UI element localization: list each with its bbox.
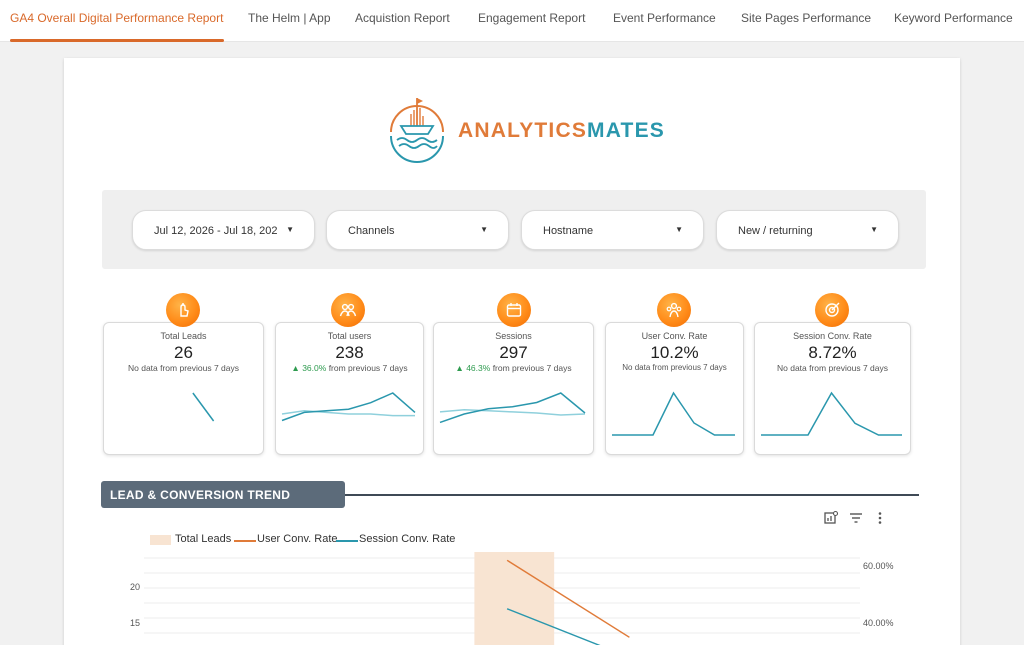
new-returning-filter[interactable]: New / returning ▼ xyxy=(716,210,899,250)
kpi-card-total-leads: Total Leads 26 No data from previous 7 d… xyxy=(103,322,264,455)
sparkline-current xyxy=(192,392,215,422)
chart-settings-icon[interactable] xyxy=(823,510,839,526)
y-right-tick: 40.00% xyxy=(863,618,894,628)
tab-acquisition-report[interactable]: Acquistion Report xyxy=(355,11,450,25)
kpi-sparkline xyxy=(439,392,586,424)
kpi-card-sessions: Sessions 297 ▲ 46.3% from previous 7 day… xyxy=(433,322,594,455)
users-icon xyxy=(331,293,365,327)
hostname-filter[interactable]: Hostname ▼ xyxy=(521,210,704,250)
y-left-tick: 15 xyxy=(130,618,140,628)
brand-wordmark: ANALYTICSMATES xyxy=(458,119,665,143)
tab-keyword-performance[interactable]: Keyword Performance xyxy=(894,11,1013,25)
section-header: LEAD & CONVERSION TREND xyxy=(101,481,345,508)
caret-down-icon: ▼ xyxy=(480,225,488,234)
tab-event-performance[interactable]: Event Performance xyxy=(613,11,716,25)
channels-filter[interactable]: Channels ▼ xyxy=(326,210,509,250)
section-title: LEAD & CONVERSION TREND xyxy=(110,488,291,502)
hand-pointer-icon xyxy=(166,293,200,327)
legend-total-leads: Total Leads xyxy=(175,533,232,545)
user-group-icon xyxy=(657,293,691,327)
kpi-sparkline xyxy=(281,392,416,422)
lead-conversion-trend-chart: 15 20 40.00% 60.00% xyxy=(130,552,894,645)
target-icon xyxy=(815,293,849,327)
sparkline-current xyxy=(281,392,416,422)
sparkline-current xyxy=(439,392,586,424)
calendar-icon xyxy=(497,293,531,327)
section-divider xyxy=(345,494,919,496)
more-vert-icon[interactable] xyxy=(872,510,888,526)
legend-swatch-session-conv xyxy=(336,540,358,542)
kpi-card-user-conv-rate: User Conv. Rate 10.2% No data from previ… xyxy=(605,322,744,455)
kpi-card-total-users: Total users 238 ▲ 36.0% from previous 7 … xyxy=(275,322,424,455)
kpi-card-session-conv-rate: Session Conv. Rate 8.72% No data from pr… xyxy=(754,322,911,455)
caret-down-icon: ▼ xyxy=(286,225,294,234)
legend-swatch-user-conv xyxy=(234,540,256,542)
new-returning-value: New / returning xyxy=(738,225,813,237)
tab-site-pages-performance[interactable]: Site Pages Performance xyxy=(741,11,871,25)
date-range-value: Jul 12, 2026 - Jul 18, 2026 xyxy=(154,225,278,237)
report-tab-bar: GA4 Overall Digital Performance Report T… xyxy=(0,0,1024,42)
kpi-sparkline xyxy=(192,392,215,422)
y-right-tick: 60.00% xyxy=(863,561,894,571)
analyticsmates-logo xyxy=(390,98,444,163)
caret-down-icon: ▼ xyxy=(675,225,683,234)
legend-swatch-total-leads xyxy=(150,535,171,545)
active-tab-indicator xyxy=(10,39,224,42)
legend-session-conv-rate: Session Conv. Rate xyxy=(359,533,456,545)
bar-total-leads xyxy=(474,552,555,645)
sparkline-current xyxy=(612,391,735,436)
date-range-filter[interactable]: Jul 12, 2026 - Jul 18, 2026 ▼ xyxy=(132,210,315,250)
brand-part-analytics: ANALYTICS xyxy=(458,119,588,142)
kpi-sparkline xyxy=(761,391,902,436)
tab-engagement-report[interactable]: Engagement Report xyxy=(478,11,585,25)
brand-part-mates: MATES xyxy=(587,119,665,142)
filter-icon[interactable] xyxy=(848,510,864,526)
channels-value: Channels xyxy=(348,225,395,237)
kpi-sparkline xyxy=(612,391,735,436)
legend-user-conv-rate: User Conv. Rate xyxy=(257,533,338,545)
caret-down-icon: ▼ xyxy=(870,225,878,234)
tab-ga4-overall[interactable]: GA4 Overall Digital Performance Report xyxy=(10,11,223,25)
y-left-tick: 20 xyxy=(130,582,140,592)
tab-the-helm-app[interactable]: The Helm | App xyxy=(248,11,331,25)
hostname-value: Hostname xyxy=(543,225,594,237)
sparkline-current xyxy=(761,391,902,436)
